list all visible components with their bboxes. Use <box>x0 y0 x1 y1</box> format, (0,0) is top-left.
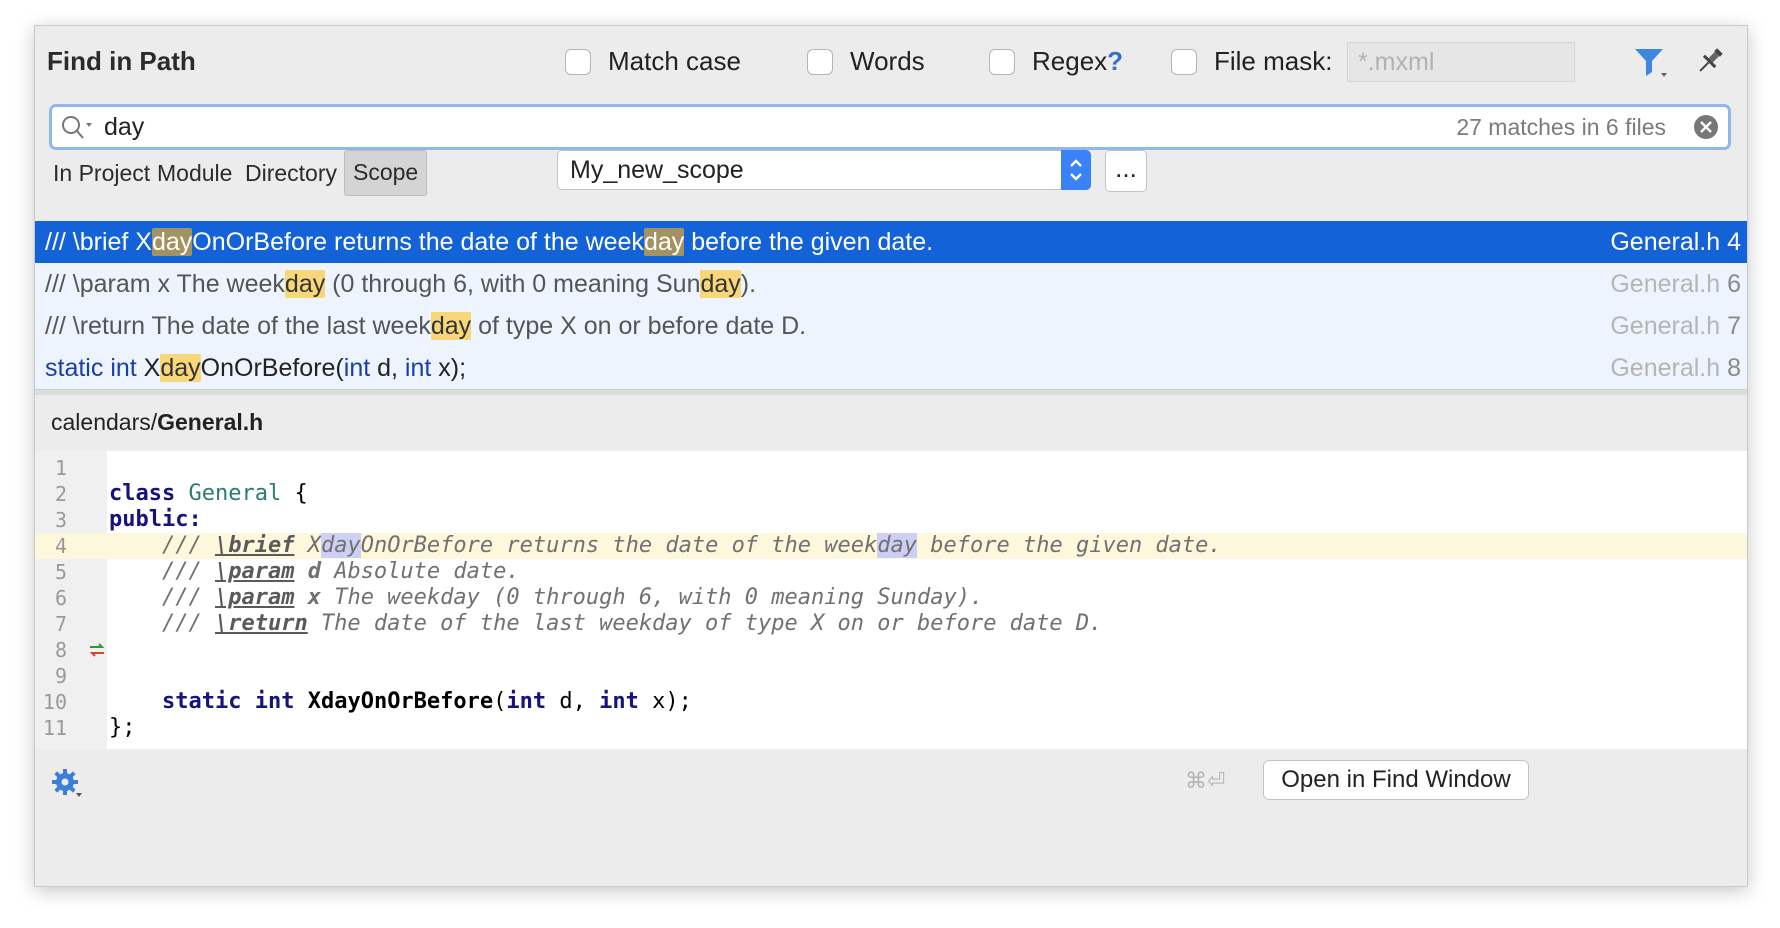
result-location: General.h 4 <box>1610 228 1741 256</box>
code-line: 7 /// \return The date of the last weekd… <box>54 611 1103 636</box>
code-line: 9 <box>54 664 67 688</box>
chevron-updown-icon[interactable] <box>1061 150 1091 190</box>
tab-in-project-label: In Project <box>53 160 151 186</box>
match-case-option[interactable]: Match case <box>565 46 741 77</box>
find-in-path-dialog: Find in Path Match case Words Regex? Fil… <box>34 25 1748 887</box>
code-line: 10 <box>42 690 67 714</box>
search-input[interactable] <box>104 112 1204 142</box>
result-row[interactable]: /// \return The date of the last weekday… <box>35 305 1747 347</box>
file-mask-option[interactable]: File mask: <box>1171 46 1332 77</box>
tab-module-label: Module <box>157 160 233 186</box>
match-count: 27 matches in 6 files <box>1456 114 1666 140</box>
tab-module[interactable]: Module <box>149 151 240 195</box>
more-scopes-button[interactable]: ... <box>1105 150 1147 192</box>
search-icon[interactable] <box>60 114 94 142</box>
code-line: 1 <box>54 456 67 480</box>
result-row[interactable]: /// \brief XdayOnOrBefore returns the da… <box>35 221 1747 263</box>
splitter-handle[interactable] <box>35 389 1747 395</box>
result-row[interactable]: /// \param x The weekday (0 through 6, w… <box>35 263 1747 305</box>
dialog-title: Find in Path <box>47 46 196 76</box>
regex-checkbox[interactable] <box>989 48 1015 75</box>
result-location: General.h 6 <box>1610 270 1741 298</box>
tab-scope[interactable]: Scope <box>344 150 428 196</box>
file-mask-label: File mask: <box>1214 46 1333 76</box>
code-line: 8 static int XdayOnOrBefore(int d, int x… <box>54 638 692 714</box>
scope-dropdown[interactable]: My_new_scope <box>557 150 1091 190</box>
code-line: 5 /// \param d Absolute date. <box>54 559 520 584</box>
result-text: /// \brief XdayOnOrBefore returns the da… <box>45 228 934 256</box>
result-text: static int XdayOnOrBefore(int d, int x); <box>45 354 467 382</box>
words-label: Words <box>850 46 925 76</box>
regex-help-link[interactable]: ? <box>1107 46 1123 77</box>
tab-in-project[interactable]: In Project <box>45 151 158 195</box>
tab-scope-label: Scope <box>353 159 419 185</box>
result-location: General.h 8 <box>1610 354 1741 382</box>
result-location: General.h 7 <box>1610 312 1741 340</box>
code-line: 11}; <box>42 715 136 740</box>
result-text: /// \return The date of the last weekday… <box>45 312 807 340</box>
code-line-current: 4 /// \brief XdayOnOrBefore returns the … <box>35 533 1747 559</box>
implements-icon[interactable] <box>87 640 107 660</box>
file-mask-field[interactable]: *.mxml <box>1347 42 1575 82</box>
dialog-footer: ⌘⏎ Open in Find Window <box>35 749 1747 809</box>
clear-icon[interactable] <box>1692 113 1720 141</box>
search-field[interactable]: 27 matches in 6 files <box>49 104 1731 150</box>
scope-value: My_new_scope <box>570 156 744 184</box>
filter-icon[interactable] <box>1633 46 1669 80</box>
keyboard-shortcut-hint: ⌘⏎ <box>1185 768 1226 793</box>
words-option[interactable]: Words <box>807 46 925 77</box>
regex-label: Regex <box>1032 46 1108 76</box>
results-list: /// \brief XdayOnOrBefore returns the da… <box>35 221 1747 389</box>
code-line: 6 /// \param x The weekday (0 through 6,… <box>54 585 984 610</box>
code-line: 2 class General { <box>54 481 308 506</box>
regex-option[interactable]: Regex? <box>989 46 1123 77</box>
dialog-header: Find in Path Match case Words Regex? Fil… <box>35 26 1747 96</box>
words-checkbox[interactable] <box>807 48 833 75</box>
tab-directory[interactable]: Directory <box>237 151 345 195</box>
result-text: /// \param x The weekday (0 through 6, w… <box>45 270 757 298</box>
match-case-label: Match case <box>608 46 741 76</box>
file-mask-checkbox[interactable] <box>1171 48 1197 75</box>
code-line: 3 public: <box>54 507 202 532</box>
open-in-find-window-button[interactable]: Open in Find Window <box>1263 760 1529 800</box>
gear-icon[interactable] <box>51 768 83 798</box>
result-row[interactable]: static int XdayOnOrBefore(int d, int x);… <box>35 347 1747 389</box>
preview-file-path: calendars/General.h <box>51 409 264 435</box>
code-preview: 1 2 class General { 3 public: 4 /// \brief… <box>35 451 1747 749</box>
pin-icon[interactable] <box>1695 46 1725 76</box>
match-case-checkbox[interactable] <box>565 48 591 75</box>
tab-directory-label: Directory <box>245 160 338 186</box>
